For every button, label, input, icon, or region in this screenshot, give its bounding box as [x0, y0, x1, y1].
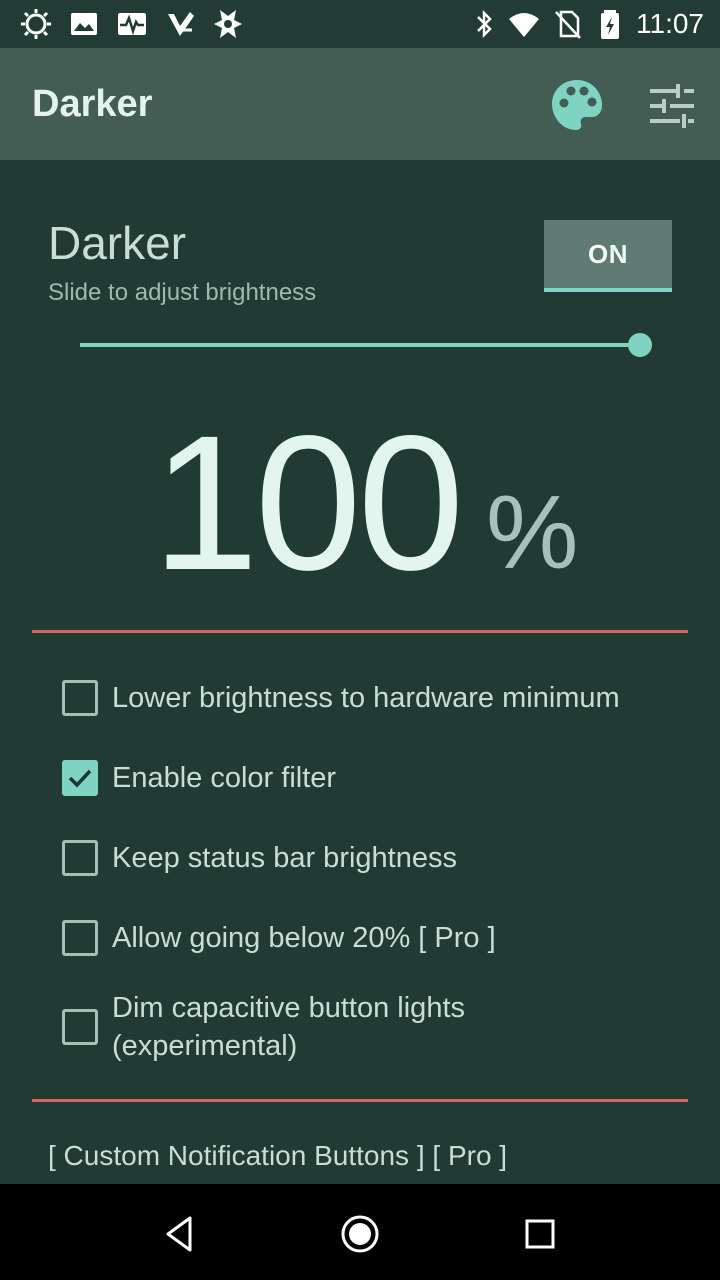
on-off-toggle-button[interactable]: ON: [544, 220, 672, 292]
checkbox[interactable]: [62, 840, 98, 876]
slider-thumb[interactable]: [628, 333, 652, 357]
navigation-bar: [0, 1184, 720, 1280]
option-keep-status-bar[interactable]: Keep status bar brightness: [62, 839, 702, 877]
divider-bottom: [32, 1099, 688, 1102]
image-notification-icon: [68, 8, 100, 40]
option-below-20[interactable]: Allow going below 20% [ Pro ]: [62, 919, 702, 957]
recents-button[interactable]: [518, 1212, 562, 1256]
status-time: 11:07: [636, 8, 704, 39]
brightness-value: 100: [152, 395, 464, 610]
checkbox[interactable]: [62, 920, 98, 956]
tune-settings-button[interactable]: [644, 78, 700, 134]
back-icon: [166, 1216, 192, 1252]
option-color-filter[interactable]: Enable color filter: [62, 759, 702, 797]
checkmark-icon: [68, 769, 92, 788]
palette-button[interactable]: [548, 76, 606, 134]
brightness-unit: %: [486, 475, 579, 591]
back-button[interactable]: [158, 1212, 202, 1256]
screen: 11:07 Darker Darker Slide to adjust brig…: [0, 0, 720, 1280]
option-label: Enable color filter: [112, 762, 337, 794]
divider-top: [32, 630, 688, 633]
option-label: Keep status bar brightness: [112, 842, 457, 874]
option-dim-capacitive[interactable]: Dim capacitive button lights (experiment…: [62, 989, 622, 1065]
bluetooth-icon: [468, 8, 500, 40]
tune-icon: [650, 84, 694, 128]
checkbox[interactable]: [62, 760, 98, 796]
wifi-icon: [508, 8, 540, 40]
custom-notification-buttons-link[interactable]: [ Custom Notification Buttons ] [ Pro ]: [48, 1138, 507, 1174]
recents-icon: [525, 1219, 555, 1249]
palette-icon: [552, 80, 602, 130]
section-subtitle: Slide to adjust brightness: [48, 279, 317, 306]
slider-fill: [80, 343, 640, 347]
option-hardware-minimum[interactable]: Lower brightness to hardware minimum: [62, 679, 702, 717]
checkbox[interactable]: [62, 1009, 98, 1045]
option-label: Dim capacitive button lights (experiment…: [112, 992, 465, 1062]
status-bar: 11:07: [0, 0, 720, 48]
task-check-notification-icon: [164, 8, 196, 40]
activity-notification-icon: [116, 8, 148, 40]
section-title: Darker: [48, 217, 187, 269]
app-title: Darker: [32, 83, 153, 125]
brightness-notification-icon: [20, 8, 52, 40]
app-bar: Darker: [0, 48, 720, 160]
brightness-slider[interactable]: [80, 330, 652, 360]
no-sim-icon: [552, 8, 584, 40]
home-button[interactable]: [338, 1212, 382, 1256]
home-icon: [341, 1215, 379, 1253]
option-label: Lower brightness to hardware minimum: [112, 682, 620, 714]
battery-charging-icon: [594, 8, 626, 40]
assistant-notification-icon: [212, 8, 244, 40]
option-label: Allow going below 20% [ Pro ]: [112, 922, 496, 954]
checkbox[interactable]: [62, 680, 98, 716]
